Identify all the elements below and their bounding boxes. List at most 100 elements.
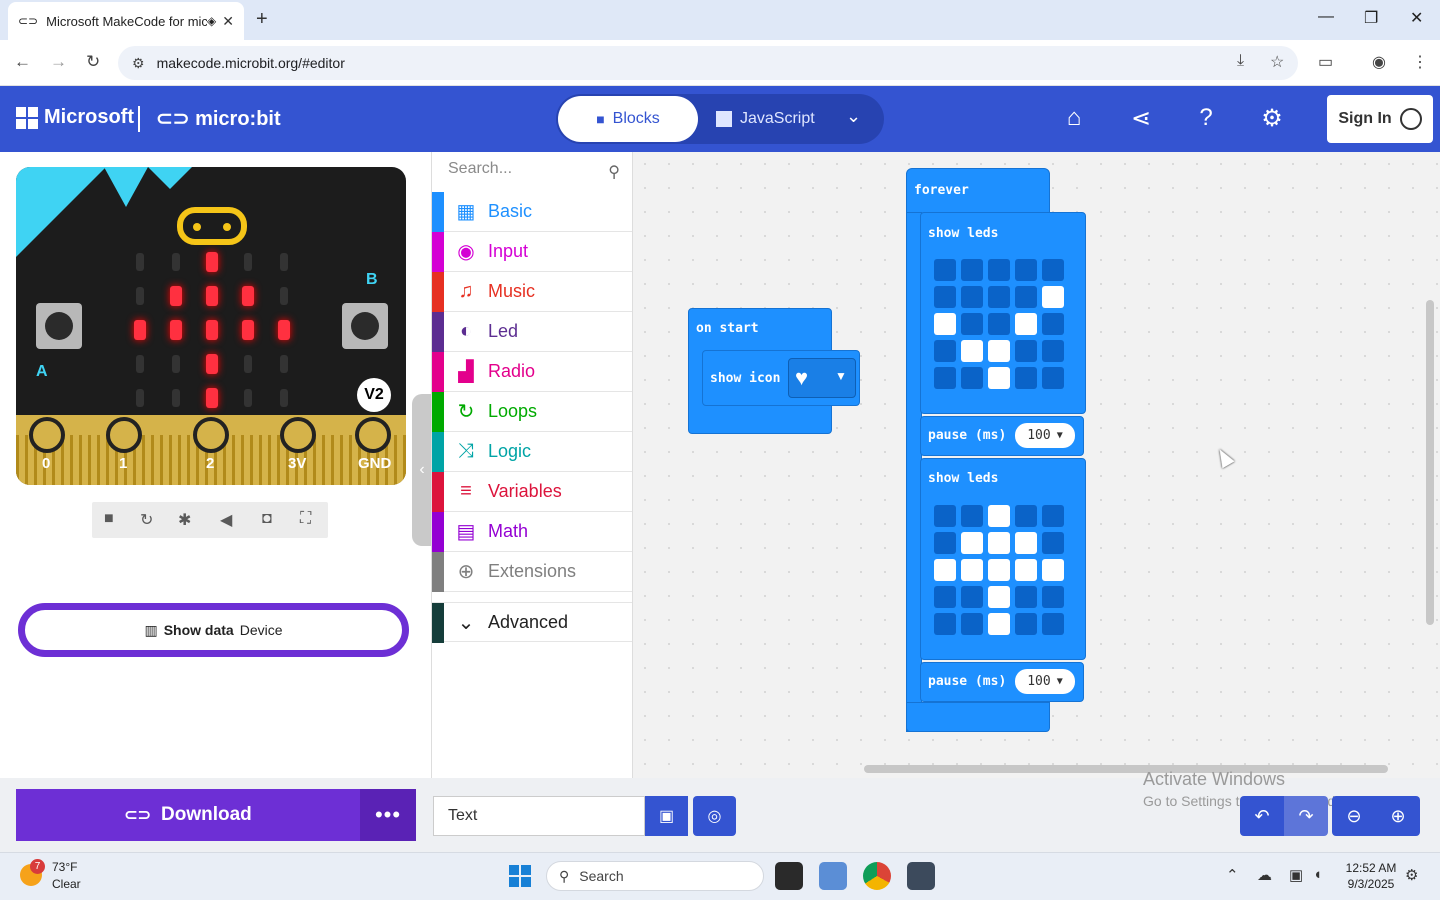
weather-widget[interactable]: 7 73°F Clear [20,858,140,896]
led-cell-r2-c2[interactable] [988,313,1010,335]
chrome-icon[interactable] [863,862,891,890]
cast-icon[interactable]: ▭ [1318,52,1333,72]
led-cell-r4-c2[interactable] [988,367,1010,389]
led-cell-r2-c4[interactable] [1042,559,1064,581]
search-icon[interactable]: ⚲ [608,162,620,182]
led-cell-r1-c3[interactable] [1015,286,1037,308]
led-cell-r1-c4[interactable] [1042,532,1064,554]
forward-icon[interactable]: → [50,52,67,72]
menu-dots-icon[interactable]: ⋮ [1412,52,1428,72]
button-b[interactable] [342,303,388,349]
onedrive-icon[interactable]: ☁ [1257,866,1272,884]
download-button[interactable]: ⊂⊃ Download [16,789,360,841]
share-icon[interactable]: ⋖ [1126,104,1156,133]
category-input[interactable]: ◉ Input [432,232,632,272]
led-cell-r0-c4[interactable] [1042,259,1064,281]
led-cell-r3-c0[interactable] [934,586,956,608]
led-cell-r1-c0[interactable] [934,286,956,308]
led-cell-r0-c0[interactable] [934,505,956,527]
pin-2[interactable] [193,417,229,453]
led-cell-r0-c1[interactable] [961,505,983,527]
pause-1-value-dropdown[interactable]: 100 ▼ [1015,423,1075,448]
sign-in-button[interactable]: Sign In [1327,95,1433,143]
led-cell-r3-c2[interactable] [988,340,1010,362]
led-cell-r2-c1[interactable] [961,313,983,335]
button-a[interactable] [36,303,82,349]
led-cell-r1-c0[interactable] [934,532,956,554]
icon-picker-dropdown[interactable]: ♥ ▼ [788,358,856,398]
led-editor-grid-1[interactable] [934,259,1064,389]
led-cell-r2-c0[interactable] [934,559,956,581]
led-cell-r1-c4[interactable] [1042,286,1064,308]
toolbox-search[interactable]: Search... ⚲ [448,160,628,184]
led-cell-r1-c2[interactable] [988,286,1010,308]
led-cell-r4-c3[interactable] [1015,613,1037,635]
led-cell-r0-c0[interactable] [934,259,956,281]
led-cell-r3-c1[interactable] [961,586,983,608]
category-loops[interactable]: ↻ Loops [432,392,632,432]
taskbar-search[interactable]: ⚲ Search [546,861,764,891]
close-window-icon[interactable]: ✕ [1410,8,1423,28]
pin-0[interactable] [29,417,65,453]
led-cell-r0-c2[interactable] [988,259,1010,281]
more-options-button[interactable]: ••• [360,789,416,841]
category-music[interactable]: ♫ Music [432,272,632,312]
led-cell-r4-c3[interactable] [1015,367,1037,389]
zoom-in-button[interactable]: ⊕ [1376,796,1420,836]
led-cell-r2-c2[interactable] [988,559,1010,581]
home-icon[interactable]: ⌂ [1059,104,1089,132]
new-tab-button[interactable]: + [256,8,268,31]
screenshot-icon[interactable]: ◘ [262,510,272,528]
system-clock[interactable]: 12:52 AM 9/3/2025 [1343,860,1399,892]
workspace-horizontal-scrollbar[interactable] [864,765,1388,773]
led-editor-grid-2[interactable] [934,505,1064,635]
url-field[interactable]: ⚙ makecode.microbit.org/#editor [118,46,1298,80]
volume-icon[interactable]: ◖ [1313,866,1322,883]
network-icon[interactable]: ▣ [1289,866,1303,884]
github-button[interactable]: ◎ [693,796,736,836]
led-cell-r3-c3[interactable] [1015,340,1037,362]
led-cell-r4-c4[interactable] [1042,367,1064,389]
zoom-out-button[interactable]: ⊖ [1332,796,1376,836]
browser-tab[interactable]: ⊂⊃ Microsoft MakeCode for micro:bit ◈ ✕ [8,2,244,40]
led-cell-r1-c1[interactable] [961,532,983,554]
category-advanced[interactable]: ⌄ Advanced [432,602,632,643]
led-cell-r2-c3[interactable] [1015,313,1037,335]
minimize-icon[interactable]: — [1318,8,1334,26]
led-cell-r3-c3[interactable] [1015,586,1037,608]
led-cell-r3-c0[interactable] [934,340,956,362]
maximize-icon[interactable]: ❐ [1364,8,1378,28]
notifications-icon[interactable]: ⚙ [1405,866,1418,884]
led-cell-r1-c3[interactable] [1015,532,1037,554]
led-cell-r4-c0[interactable] [934,613,956,635]
led-cell-r4-c0[interactable] [934,367,956,389]
stop-icon[interactable]: ■ [104,510,114,528]
led-cell-r2-c1[interactable] [961,559,983,581]
windows-start-icon[interactable] [509,865,531,887]
undo-button[interactable]: ↶ [1240,796,1284,836]
back-icon[interactable]: ← [14,52,31,72]
debug-icon[interactable]: ✱ [178,510,191,530]
chevron-up-icon[interactable]: ⌃ [1226,866,1239,884]
category-variables[interactable]: ≡ Variables [432,472,632,512]
led-cell-r4-c1[interactable] [961,367,983,389]
site-info-icon[interactable]: ⚙ [132,55,145,72]
close-tab-icon[interactable]: ✕ [222,13,234,30]
led-cell-r3-c4[interactable] [1042,340,1064,362]
led-cell-r4-c1[interactable] [961,613,983,635]
led-cell-r2-c4[interactable] [1042,313,1064,335]
brand-microsoft[interactable]: Microsoft [44,106,134,129]
led-cell-r4-c2[interactable] [988,613,1010,635]
file-explorer-icon[interactable] [775,862,803,890]
pin-1[interactable] [106,417,142,453]
remote-desktop-icon[interactable] [907,862,935,890]
led-cell-r4-c4[interactable] [1042,613,1064,635]
led-cell-r0-c4[interactable] [1042,505,1064,527]
project-name-input[interactable]: Text [433,796,645,836]
help-icon[interactable]: ? [1191,104,1221,132]
led-cell-r3-c1[interactable] [961,340,983,362]
led-cell-r0-c3[interactable] [1015,259,1037,281]
category-logic[interactable]: ⤨ Logic [432,432,632,472]
app-icon[interactable] [819,862,847,890]
mute-icon[interactable]: ◀ [220,510,232,530]
